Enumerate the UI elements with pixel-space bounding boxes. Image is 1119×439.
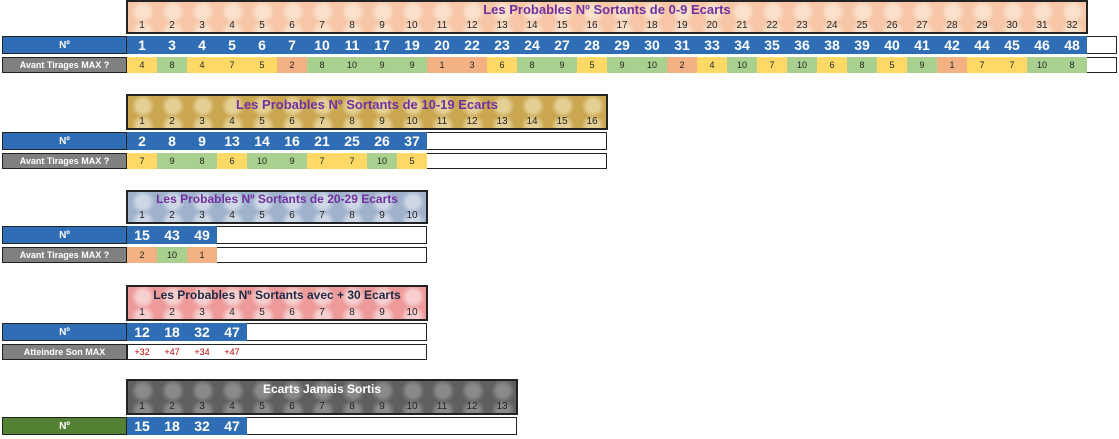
number-cell[interactable]: 15 bbox=[127, 417, 157, 435]
column-index: 8 bbox=[349, 400, 355, 412]
column-index: 11 bbox=[436, 400, 448, 412]
row-label-number: Nº bbox=[2, 417, 127, 435]
section5: Ecarts Jamais Sortis 1 2 3 4 5 6 7 8 9 10 11 12 13 Nº 1… bbox=[0, 0, 1119, 439]
column-index: 4 bbox=[229, 400, 235, 412]
column-index: 9 bbox=[379, 400, 385, 412]
column-index: 3 bbox=[199, 400, 205, 412]
column-index: 13 bbox=[496, 400, 508, 412]
column-index: 12 bbox=[466, 400, 478, 412]
column-index: 2 bbox=[169, 400, 175, 412]
column-index: 6 bbox=[289, 400, 295, 412]
column-index: 5 bbox=[259, 400, 265, 412]
number-cell[interactable]: 47 bbox=[217, 417, 247, 435]
column-index: 1 bbox=[139, 400, 145, 412]
column-index: 7 bbox=[319, 400, 325, 412]
section-title: Ecarts Jamais Sortis bbox=[262, 382, 382, 396]
number-cell[interactable]: 32 bbox=[187, 417, 217, 435]
number-cell[interactable]: 18 bbox=[157, 417, 187, 435]
column-index: 10 bbox=[406, 400, 418, 412]
